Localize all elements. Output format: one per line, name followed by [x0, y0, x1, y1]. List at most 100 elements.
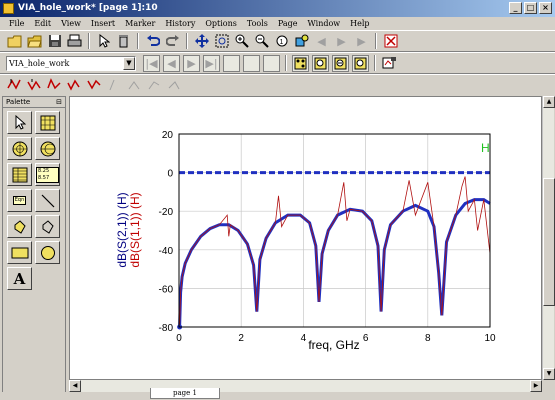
menu-window[interactable]: Window: [303, 17, 346, 30]
scroll-up-icon[interactable]: ▲: [543, 96, 555, 108]
menu-file[interactable]: File: [4, 17, 29, 30]
menu-help[interactable]: Help: [345, 17, 374, 30]
menu-marker[interactable]: Marker: [120, 17, 160, 30]
main-toolbar: 1 ◀ ▶ ▶: [0, 30, 555, 52]
x-tick-label: 2: [238, 333, 244, 344]
marker-z-icon[interactable]: [166, 76, 183, 93]
zoom-fit-icon[interactable]: 1: [273, 33, 290, 50]
palette-text-button[interactable]: A: [7, 267, 32, 290]
palette-line-button[interactable]: [35, 189, 60, 212]
zoom-plot-out-icon[interactable]: [352, 54, 369, 72]
nav-prev-icon[interactable]: ◀: [163, 54, 180, 72]
marker-x-icon[interactable]: [126, 76, 143, 93]
nav-blank-2-icon[interactable]: [243, 54, 260, 72]
y-axis-label-s11: dB(S(1,1)) (H): [128, 192, 142, 267]
select-arrow-icon[interactable]: [95, 33, 112, 50]
marker-delta-icon[interactable]: [26, 76, 43, 93]
menu-view[interactable]: View: [56, 17, 86, 30]
rectangular-plot[interactable]: 0 2 4 6 8 10 20 0 -20 -40 -60 -80 freq, GHz dB(S(2,…: [70, 97, 543, 381]
zoom-plot-in-icon[interactable]: [332, 54, 349, 72]
marker-line-icon[interactable]: [106, 76, 123, 93]
page-next-icon[interactable]: ▶: [333, 33, 350, 50]
delete-trash-icon[interactable]: [115, 33, 132, 50]
marker-peak-icon[interactable]: [46, 76, 63, 93]
nav-blank-1-icon[interactable]: [223, 54, 240, 72]
horizontal-scrollbar[interactable]: ◀ ▶: [69, 380, 542, 392]
marker-normal-icon[interactable]: [6, 76, 23, 93]
menu-page[interactable]: Page: [273, 17, 303, 30]
page-last-icon[interactable]: ▶: [353, 33, 370, 50]
palette-title-bar: Palette ⊟: [3, 97, 65, 108]
palette-equation-button[interactable]: Eqn: [7, 189, 32, 212]
pin-icon[interactable]: ⊟: [56, 97, 62, 108]
palette-rectangle-button[interactable]: [7, 241, 32, 264]
toolbar-separator: [374, 55, 376, 71]
palette-stacked-list-button[interactable]: 8.25 8.57: [35, 163, 60, 186]
scroll-thumb[interactable]: [543, 178, 555, 306]
title-bar: VIA_hole_work* [page 1]:10 _ □ ×: [0, 0, 555, 17]
close-button[interactable]: ×: [539, 2, 552, 14]
palette-ellipse-button[interactable]: [35, 241, 60, 264]
move-icon[interactable]: [193, 33, 210, 50]
print-icon[interactable]: [66, 33, 83, 50]
maximize-button[interactable]: □: [524, 2, 537, 14]
status-bar: [0, 392, 555, 400]
scroll-left-icon[interactable]: ◀: [69, 380, 81, 392]
marker-min-icon[interactable]: [66, 76, 83, 93]
x-tick-label: 4: [301, 333, 307, 344]
x-tick-label: 6: [363, 333, 369, 344]
window-select-combo[interactable]: VIA_hole_work ▼: [6, 55, 136, 71]
view-all-icon[interactable]: [293, 33, 310, 50]
palette-rect-plot-button[interactable]: [35, 111, 60, 134]
page-prev-icon[interactable]: ◀: [313, 33, 330, 50]
toolbar-separator: [375, 33, 377, 49]
nav-first-icon[interactable]: |◀: [143, 54, 160, 72]
scroll-right-icon[interactable]: ▶: [530, 380, 542, 392]
new-icon[interactable]: [6, 33, 23, 50]
open-folder-icon[interactable]: [26, 33, 43, 50]
palette-polygon-button[interactable]: [35, 215, 60, 238]
x-tick-label: 10: [484, 333, 496, 344]
zoom-plot-icon[interactable]: [312, 54, 329, 72]
zoom-in-icon[interactable]: [233, 33, 250, 50]
menu-history[interactable]: History: [160, 17, 200, 30]
nav-blank-3-icon[interactable]: [263, 54, 280, 72]
minimize-button[interactable]: _: [509, 2, 522, 14]
chevron-down-icon[interactable]: ▼: [123, 56, 135, 70]
marker-valley-icon[interactable]: [86, 76, 103, 93]
stop-icon[interactable]: [382, 33, 399, 50]
marker-dots-icon[interactable]: [292, 54, 309, 72]
app-icon: [3, 3, 14, 14]
palette-pointer-button[interactable]: [7, 111, 32, 134]
menu-insert[interactable]: Insert: [86, 17, 120, 30]
y-tick-label: -80: [159, 323, 174, 334]
palette-title: Palette: [6, 98, 31, 106]
menu-edit[interactable]: Edit: [29, 17, 56, 30]
nav-next-icon[interactable]: ▶: [183, 54, 200, 72]
zoom-area-icon[interactable]: [213, 33, 230, 50]
palette-list-button[interactable]: [7, 163, 32, 186]
marker-h-label[interactable]: H: [481, 141, 490, 155]
palette-polyline-button[interactable]: [7, 215, 32, 238]
nav-last-icon[interactable]: ▶|: [203, 54, 220, 72]
vertical-scrollbar[interactable]: ▲ ▼: [542, 96, 555, 380]
zoom-out-icon[interactable]: [253, 33, 270, 50]
menu-options[interactable]: Options: [200, 17, 242, 30]
y-axis-label-s21: dB(S(2,1)) (H): [115, 192, 129, 267]
palette-smith-chart-button[interactable]: [35, 137, 60, 160]
page-tab[interactable]: page 1: [150, 388, 220, 399]
undo-icon[interactable]: [144, 33, 161, 50]
save-icon[interactable]: [46, 33, 63, 50]
toolbar-separator: [285, 55, 287, 71]
x-tick-label: 8: [425, 333, 431, 344]
marker-y-icon[interactable]: [146, 76, 163, 93]
scroll-down-icon[interactable]: ▼: [543, 368, 555, 380]
snapshot-icon[interactable]: [381, 55, 398, 72]
plot-canvas[interactable]: 0 2 4 6 8 10 20 0 -20 -40 -60 -80 freq, GHz dB(S(2,…: [69, 96, 542, 380]
redo-icon[interactable]: [164, 33, 181, 50]
palette-polar-plot-button[interactable]: [7, 137, 32, 160]
menu-tools[interactable]: Tools: [242, 17, 273, 30]
y-tick-label: 20: [162, 130, 174, 141]
toolbar-separator: [186, 33, 188, 49]
menu-bar: File Edit View Insert Marker History Opt…: [0, 17, 555, 30]
